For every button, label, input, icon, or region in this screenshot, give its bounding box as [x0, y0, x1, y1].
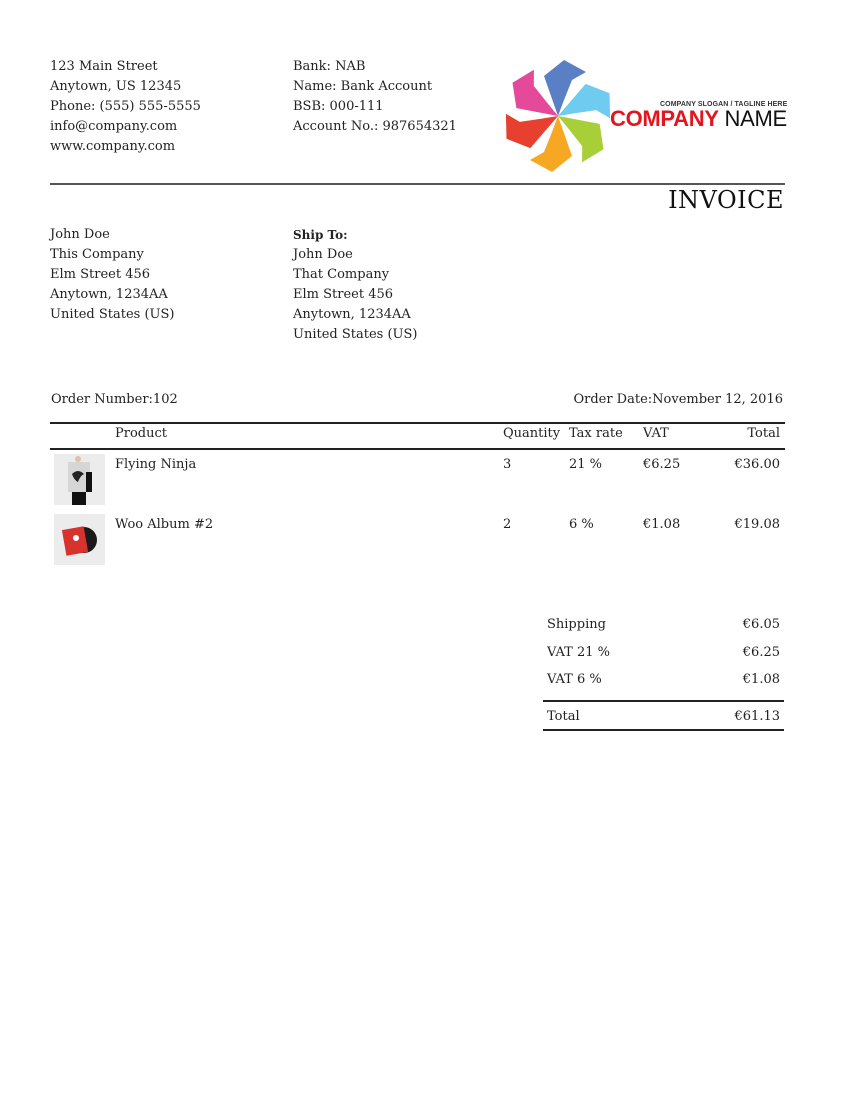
- grand-total-row: Total €61.13: [547, 709, 780, 724]
- shipping-label: Shipping: [547, 617, 606, 632]
- pinwheel-logo-icon: [505, 60, 611, 172]
- bank-name: Bank: NAB: [293, 59, 366, 74]
- header-product: Product: [115, 426, 167, 441]
- shipping-line: United States (US): [293, 327, 418, 342]
- account-number: Account No.: 987654321: [293, 119, 457, 134]
- order-number-label: Order Number:: [51, 392, 153, 407]
- product-total: €36.00: [734, 457, 781, 472]
- totals-rule: [543, 700, 784, 702]
- shipping-address: Ship To: John Doe That Company Elm Stree…: [293, 225, 417, 345]
- billing-line: United States (US): [50, 307, 175, 322]
- shipping-line: Elm Street 456: [293, 287, 394, 302]
- header-vat: VAT: [643, 426, 669, 441]
- ship-to-label: Ship To:: [293, 228, 348, 242]
- website-line: www.company.com: [50, 139, 176, 154]
- bsb: BSB: 000-111: [293, 99, 384, 114]
- header-tax-rate: Tax rate: [569, 426, 623, 441]
- shipping-line: That Company: [293, 267, 390, 282]
- vat21-label: VAT 21 %: [547, 645, 611, 660]
- company-name-part2: NAME: [724, 106, 788, 131]
- product-quantity: 3: [503, 457, 512, 472]
- company-logo: COMPANY SLOGAN / TAGLINE HERE COMPANY NA…: [505, 56, 790, 174]
- billing-address: John Doe This Company Elm Street 456 Any…: [50, 225, 174, 325]
- billing-line: This Company: [50, 247, 144, 262]
- vat21-amount: €6.25: [742, 645, 780, 660]
- order-date-label: Order Date:: [573, 392, 653, 407]
- document-title: INVOICE: [668, 186, 784, 214]
- product-vat: €1.08: [643, 517, 681, 532]
- header-quantity: Quantity: [503, 426, 561, 441]
- product-quantity: 2: [503, 517, 512, 532]
- company-name-part1: COMPANY: [610, 106, 719, 131]
- order-number-value: 102: [152, 392, 178, 407]
- grand-total-label: Total: [547, 709, 580, 724]
- order-date-value: November 12, 2016: [652, 392, 783, 407]
- shipping-row: Shipping €6.05: [547, 617, 780, 632]
- totals-bottom-rule: [543, 729, 784, 731]
- order-date: Order Date:November 12, 2016: [573, 392, 783, 407]
- product-tax-rate: 6 %: [569, 517, 594, 532]
- product-name: Woo Album #2: [115, 517, 214, 532]
- poster-image-icon: [68, 456, 92, 505]
- address-line: Anytown, US 12345: [50, 79, 182, 94]
- billing-line: John Doe: [50, 227, 110, 242]
- album-thumbnail: [54, 514, 105, 565]
- email-line: info@company.com: [50, 119, 178, 134]
- account-name: Name: Bank Account: [293, 79, 433, 94]
- shipping-amount: €6.05: [742, 617, 780, 632]
- vat6-amount: €1.08: [742, 672, 780, 687]
- company-name: COMPANY NAME: [610, 106, 787, 132]
- poster-thumbnail: [54, 454, 105, 505]
- table-header-rule: [50, 448, 785, 450]
- billing-line: Anytown, 1234AA: [50, 287, 168, 302]
- bank-details: Bank: NAB Name: Bank Account BSB: 000-11…: [293, 57, 457, 137]
- company-address: 123 Main Street Anytown, US 12345 Phone:…: [50, 57, 201, 157]
- shipping-line: Anytown, 1234AA: [293, 307, 411, 322]
- product-vat: €6.25: [643, 457, 681, 472]
- billing-line: Elm Street 456: [50, 267, 151, 282]
- header-total: Total: [747, 426, 780, 441]
- vat6-label: VAT 6 %: [547, 672, 602, 687]
- grand-total-amount: €61.13: [734, 709, 781, 724]
- vat21-row: VAT 21 % €6.25: [547, 645, 780, 660]
- product-tax-rate: 21 %: [569, 457, 603, 472]
- header-divider: [50, 183, 785, 185]
- product-name: Flying Ninja: [115, 457, 197, 472]
- table-top-rule: [50, 422, 785, 424]
- phone-line: Phone: (555) 555-5555: [50, 99, 201, 114]
- product-total: €19.08: [734, 517, 781, 532]
- shipping-line: John Doe: [293, 247, 353, 262]
- order-number: Order Number:102: [51, 392, 178, 407]
- address-line: 123 Main Street: [50, 59, 158, 74]
- vat6-row: VAT 6 % €1.08: [547, 672, 780, 687]
- album-image-icon: [61, 526, 97, 556]
